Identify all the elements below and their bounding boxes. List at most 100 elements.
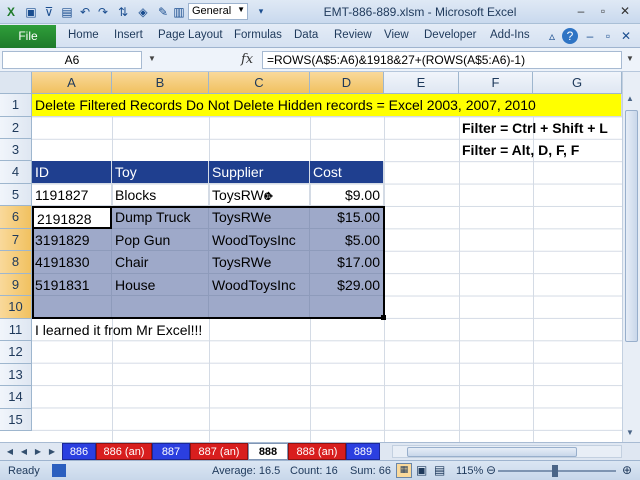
table-cell[interactable]: ToysRWe: [209, 184, 310, 206]
row-header[interactable]: 4: [0, 161, 32, 184]
zoom-in-icon[interactable]: ⊕: [622, 463, 632, 477]
table-cell[interactable]: WoodToysInc: [209, 229, 310, 251]
table-cell[interactable]: [112, 296, 209, 319]
undo-icon[interactable]: ↶: [76, 3, 94, 20]
row-header[interactable]: 15: [0, 409, 32, 431]
clear-icon[interactable]: ◈: [134, 3, 152, 20]
column-header[interactable]: D: [310, 72, 384, 94]
active-cell[interactable]: 2191828: [32, 206, 112, 229]
number-format-select[interactable]: General ▼: [188, 3, 248, 20]
paint-icon[interactable]: ▥: [170, 3, 188, 20]
prev-sheet-icon[interactable]: ◀: [18, 445, 30, 458]
table-cell[interactable]: WoodToysInc: [209, 274, 310, 296]
row-header[interactable]: 14: [0, 386, 32, 409]
tab-view[interactable]: View: [384, 29, 409, 41]
row-header[interactable]: 3: [0, 139, 32, 161]
page-break-view-icon[interactable]: ▤: [434, 463, 445, 477]
table-cell[interactable]: Pop Gun: [112, 229, 209, 251]
table-cell[interactable]: House: [112, 274, 209, 296]
window-restore-icon[interactable]: ▫: [600, 28, 616, 44]
sheet-tab[interactable]: 886: [62, 443, 96, 460]
zoom-level[interactable]: 115%: [456, 465, 483, 477]
page-layout-view-icon[interactable]: ▣: [416, 463, 427, 477]
vertical-scroll-thumb[interactable]: [625, 110, 638, 342]
close-icon[interactable]: ✕: [614, 2, 636, 20]
row-header[interactable]: 10: [0, 296, 32, 319]
row-header[interactable]: 2: [0, 117, 32, 139]
row-header[interactable]: 13: [0, 364, 32, 386]
tab-formulas[interactable]: Formulas: [234, 29, 282, 41]
formula-input[interactable]: =ROWS(A$5:A6)&1918&27+(ROWS(A$5:A6)-1): [262, 51, 622, 69]
table-cell[interactable]: 4191830: [32, 251, 112, 274]
table-cell[interactable]: Dump Truck: [112, 206, 209, 229]
table-cell[interactable]: Blocks: [112, 184, 209, 206]
expand-formula-icon[interactable]: ▼: [626, 54, 634, 63]
sheet-tab[interactable]: 887: [152, 443, 190, 460]
row-header[interactable]: 6: [0, 206, 32, 229]
chevron-down-icon[interactable]: ▼: [148, 54, 156, 63]
customize-qat-icon[interactable]: ▾: [252, 3, 270, 20]
scroll-up-icon[interactable]: ▲: [626, 94, 634, 103]
fill-handle[interactable]: [381, 315, 386, 320]
sheet-tab-active[interactable]: 888: [248, 443, 288, 460]
window-close-icon[interactable]: ✕: [618, 28, 634, 44]
minimize-icon[interactable]: –: [570, 2, 592, 20]
worksheet-grid[interactable]: A B C D E F G 1 2 3 4 5 6 7 8 9 10 11 12…: [0, 72, 640, 442]
column-header[interactable]: B: [112, 72, 209, 94]
window-minimize-icon[interactable]: –: [582, 28, 598, 44]
new-icon[interactable]: ▤: [58, 3, 76, 20]
row-header[interactable]: 12: [0, 341, 32, 364]
redo-icon[interactable]: ↷: [94, 3, 112, 20]
table-cell[interactable]: $17.00: [310, 251, 384, 274]
insert-function-icon[interactable]: fx: [241, 52, 253, 67]
row-header[interactable]: 7: [0, 229, 32, 251]
filter-shortcut-note[interactable]: Filter = Alt, D, F, F: [459, 139, 622, 161]
vertical-scrollbar[interactable]: ▲ ▼: [622, 72, 640, 442]
banner-cell[interactable]: Delete Filtered Records Do Not Delete Hi…: [32, 94, 622, 117]
row-header[interactable]: 11: [0, 319, 32, 341]
row-header[interactable]: 1: [0, 94, 32, 117]
sheet-tab[interactable]: 887 (an): [190, 443, 248, 460]
table-cell[interactable]: [310, 296, 384, 319]
column-header[interactable]: E: [384, 72, 459, 94]
tab-file[interactable]: File: [0, 25, 56, 48]
tab-page-layout[interactable]: Page Layout: [158, 29, 223, 41]
horizontal-scrollbar[interactable]: [392, 445, 622, 458]
name-box[interactable]: A6: [2, 51, 142, 69]
zoom-slider-thumb[interactable]: [552, 465, 558, 477]
table-cell[interactable]: $5.00: [310, 229, 384, 251]
sort-icon[interactable]: ⇅: [114, 3, 132, 20]
sheet-tab[interactable]: 886 (an): [96, 443, 152, 460]
row-header[interactable]: 9: [0, 274, 32, 296]
next-sheet-icon[interactable]: ▶: [32, 445, 44, 458]
column-header[interactable]: F: [459, 72, 533, 94]
tab-add-ins[interactable]: Add-Ins: [490, 29, 530, 41]
zoom-out-icon[interactable]: ⊖: [486, 463, 496, 477]
select-all-corner[interactable]: [0, 72, 32, 94]
table-cell[interactable]: 5191831: [32, 274, 112, 296]
column-header[interactable]: A: [32, 72, 112, 94]
table-cell[interactable]: Chair: [112, 251, 209, 274]
table-header-cell[interactable]: Toy: [112, 161, 209, 184]
table-cell[interactable]: [209, 296, 310, 319]
table-cell[interactable]: ToysRWe: [209, 206, 310, 229]
column-header[interactable]: C: [209, 72, 310, 94]
scroll-down-icon[interactable]: ▼: [626, 428, 634, 437]
table-header-cell[interactable]: Cost: [310, 161, 384, 184]
macro-record-icon[interactable]: [52, 464, 66, 477]
first-sheet-icon[interactable]: ◀: [4, 445, 16, 458]
filter-icon[interactable]: ⊽: [40, 3, 58, 20]
table-cell[interactable]: 3191829: [32, 229, 112, 251]
table-header-cell[interactable]: ID: [32, 161, 112, 184]
table-cell[interactable]: $29.00: [310, 274, 384, 296]
tab-insert[interactable]: Insert: [114, 29, 143, 41]
last-sheet-icon[interactable]: ▶: [46, 445, 58, 458]
note-cell[interactable]: I learned it from Mr Excel!!!: [32, 319, 332, 341]
save-icon[interactable]: ▣: [22, 3, 40, 20]
table-cell[interactable]: $9.00: [310, 184, 384, 206]
minimize-ribbon-icon[interactable]: ▵: [544, 28, 560, 44]
column-header[interactable]: G: [533, 72, 622, 94]
table-cell[interactable]: 1191827: [32, 184, 112, 206]
row-header[interactable]: 5: [0, 184, 32, 206]
table-cell[interactable]: [32, 296, 112, 319]
